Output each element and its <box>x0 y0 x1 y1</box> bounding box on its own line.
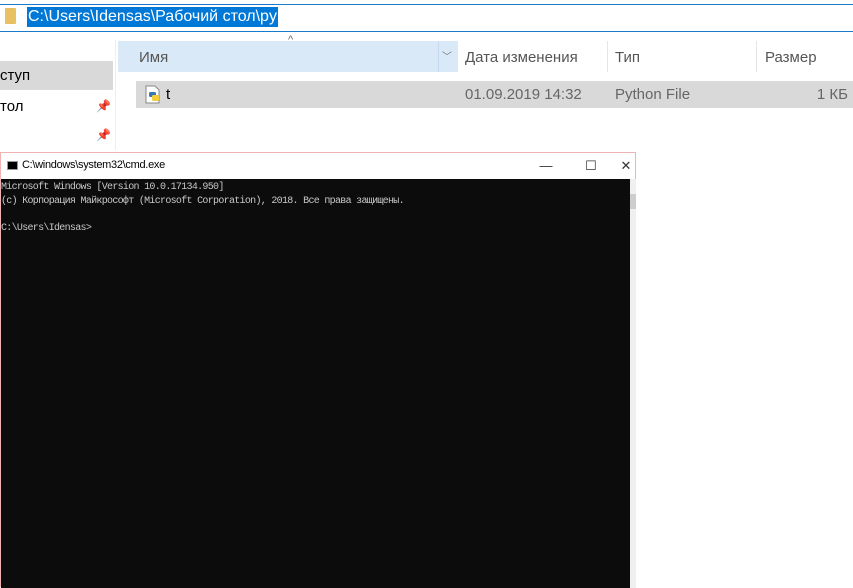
address-path-input[interactable]: C:\Users\Idensas\Рабочий стол\py <box>27 7 278 27</box>
column-separator <box>756 41 757 72</box>
console-line: Microsoft Windows [Version 10.0.17134.95… <box>1 182 224 193</box>
console-line: (c) Корпорация Майкрософт (Microsoft Cor… <box>1 195 405 207</box>
file-modified: 01.09.2019 14:32 <box>465 86 582 103</box>
maximize-button[interactable]: ☐ <box>576 156 606 176</box>
pin-icon: 📌 <box>96 128 111 142</box>
scrollbar-thumb[interactable] <box>630 194 636 209</box>
column-header-size[interactable]: Размер <box>765 41 817 72</box>
column-header-modified[interactable]: Дата изменения <box>465 41 578 72</box>
scrollbar[interactable] <box>630 179 636 588</box>
minimize-button[interactable]: — <box>531 156 561 176</box>
file-size: 1 КБ <box>816 86 848 103</box>
python-file-icon <box>145 85 160 104</box>
cmd-title-bar[interactable]: C:\windows\system32\cmd.exe — ☐ ✕ <box>1 153 635 179</box>
console-output[interactable]: Microsoft Windows [Version 10.0.17134.95… <box>1 179 630 588</box>
sidebar-divider <box>115 40 116 150</box>
sort-ascending-icon: ^ <box>288 34 294 46</box>
column-separator <box>438 41 439 72</box>
close-button[interactable]: ✕ <box>611 156 641 176</box>
console-prompt: C:\Users\Idensas> <box>1 222 92 234</box>
column-header-name[interactable]: Имя <box>139 41 168 72</box>
sidebar-item-quick-access[interactable]: ступ <box>0 61 113 90</box>
cmd-title: C:\windows\system32\cmd.exe <box>22 159 165 171</box>
column-separator <box>607 41 608 72</box>
console-line: ​ <box>1 208 630 222</box>
pin-icon: 📌 <box>96 99 111 113</box>
column-header-type[interactable]: Тип <box>615 41 640 72</box>
cmd-window[interactable]: C:\windows\system32\cmd.exe — ☐ ✕ Micros… <box>0 152 636 588</box>
file-type: Python File <box>615 86 691 103</box>
cmd-icon <box>7 161 18 170</box>
chevron-down-icon[interactable]: ﹀ <box>442 41 452 72</box>
folder-icon <box>5 8 16 24</box>
file-name[interactable]: t <box>166 81 170 108</box>
